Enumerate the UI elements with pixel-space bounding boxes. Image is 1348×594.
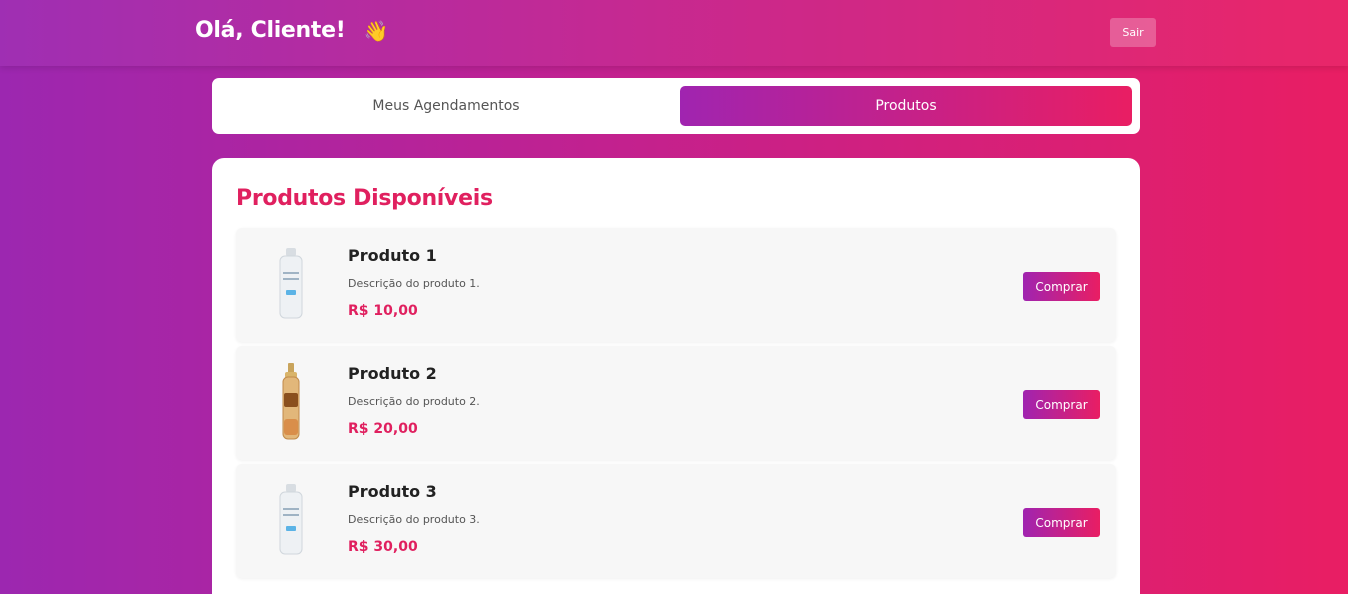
section-title: Produtos Disponíveis <box>236 186 493 211</box>
gold-spray-bottle-icon <box>282 363 300 440</box>
product-price: R$ 20,00 <box>348 421 418 437</box>
tab-my-appointments[interactable]: Meus Agendamentos <box>220 86 672 126</box>
product-name: Produto 1 <box>348 246 437 265</box>
product-card: Produto 2 Descrição do produto 2. R$ 20,… <box>236 346 1116 460</box>
white-bottle-icon <box>279 248 303 319</box>
logout-button[interactable]: Sair <box>1110 18 1156 47</box>
product-price: R$ 10,00 <box>348 303 418 319</box>
tab-products[interactable]: Produtos <box>680 86 1132 126</box>
tab-bar: Meus Agendamentos Produtos <box>212 78 1140 134</box>
product-name: Produto 3 <box>348 482 437 501</box>
product-image <box>266 480 316 560</box>
greeting-text: Olá, Cliente! <box>195 18 346 43</box>
buy-button[interactable]: Comprar <box>1023 272 1100 301</box>
greeting: Olá, Cliente! 👋 <box>195 18 388 43</box>
product-name: Produto 2 <box>348 364 437 383</box>
product-description: Descrição do produto 3. <box>348 513 480 526</box>
waving-hand-icon: 👋 <box>363 18 389 43</box>
product-card: Produto 1 Descrição do produto 1. R$ 10,… <box>236 228 1116 342</box>
top-header: Olá, Cliente! 👋 Sair <box>0 0 1348 66</box>
buy-button[interactable]: Comprar <box>1023 390 1100 419</box>
product-image <box>266 362 316 442</box>
product-card: Produto 3 Descrição do produto 3. R$ 30,… <box>236 464 1116 578</box>
products-panel: Produtos Disponíveis Produto 1 Descrição… <box>212 158 1140 594</box>
product-description: Descrição do produto 2. <box>348 395 480 408</box>
product-price: R$ 30,00 <box>348 539 418 555</box>
buy-button[interactable]: Comprar <box>1023 508 1100 537</box>
white-bottle-icon <box>279 484 303 555</box>
product-description: Descrição do produto 1. <box>348 277 480 290</box>
product-image <box>266 244 316 324</box>
